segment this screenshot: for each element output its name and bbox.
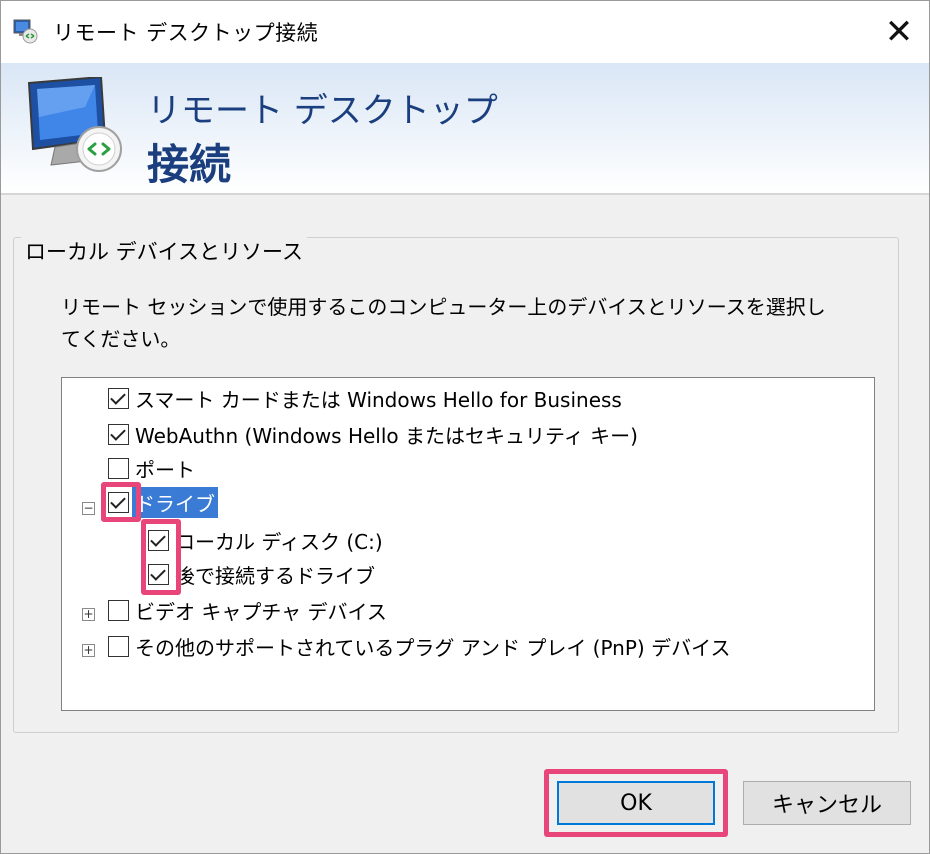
banner-title-line2: 接続 (147, 140, 232, 189)
tree-item-label: WebAuthn (Windows Hello またはセキュリティ キー) (135, 423, 638, 448)
tree-item-later-drives[interactable]: 後で接続するドライブ (148, 558, 375, 590)
group-legend: ローカル デバイスとリソース (21, 236, 307, 266)
checkbox-ports[interactable] (108, 457, 129, 479)
checkbox-video-capture[interactable] (108, 599, 129, 621)
tree-item-label: ドライブ (132, 486, 218, 518)
checkbox-drives[interactable] (108, 491, 129, 513)
collapse-drives-button[interactable]: − (82, 502, 95, 515)
title-bar: リモート デスクトップ接続 ✕ (1, 1, 929, 63)
cancel-button[interactable]: キャンセル (743, 781, 911, 825)
remote-desktop-monitor-icon (27, 77, 122, 172)
tree-item-video-capture[interactable]: ビデオ キャプチャ デバイス (108, 594, 387, 626)
tree-item-pnp-devices[interactable]: その他のサポートされているプラグ アンド プレイ (PnP) デバイス (108, 630, 730, 662)
close-button[interactable]: ✕ (869, 1, 929, 63)
tree-item-label: 後で接続するドライブ (175, 563, 375, 588)
remote-desktop-icon (13, 19, 38, 44)
checkbox-pnp-devices[interactable] (108, 635, 129, 657)
device-tree[interactable]: スマート カードまたは Windows Hello for Business W… (61, 377, 875, 711)
expand-video-capture-button[interactable]: + (82, 608, 95, 621)
banner-title-line1: リモート デスクトップ (147, 91, 498, 131)
checkbox-webauthn[interactable] (108, 423, 129, 445)
checkbox-smart-card[interactable] (108, 387, 129, 409)
ok-button[interactable]: OK (557, 781, 715, 825)
checkbox-local-disk-c[interactable] (148, 529, 169, 551)
tree-item-local-disk-c[interactable]: ローカル ディスク (C:) (148, 524, 383, 556)
tree-item-label: ローカル ディスク (C:) (175, 529, 383, 554)
close-icon: ✕ (884, 12, 914, 52)
remote-desktop-dialog: リモート デスクトップ接続 ✕ リモート デスクトップ 接続 ローカル デバイス… (0, 0, 930, 854)
group-description: リモート セッションで使用するこのコンピューター上のデバイスとリソースを選択して… (61, 295, 826, 351)
checkbox-later-drives[interactable] (148, 563, 169, 585)
expand-pnp-devices-button[interactable]: + (82, 644, 95, 657)
tree-item-drives[interactable]: ドライブ (108, 486, 218, 518)
tree-item-label: ビデオ キャプチャ デバイス (135, 599, 387, 624)
tree-item-label: スマート カードまたは Windows Hello for Business (135, 387, 622, 412)
tree-item-webauthn[interactable]: WebAuthn (Windows Hello またはセキュリティ キー) (108, 418, 638, 450)
tree-item-label: ポート (135, 457, 195, 482)
tree-item-ports[interactable]: ポート (108, 452, 195, 484)
tree-item-smart-card[interactable]: スマート カードまたは Windows Hello for Business (108, 382, 622, 414)
window-title: リモート デスクトップ接続 (53, 21, 319, 45)
header-banner: リモート デスクトップ 接続 (1, 63, 929, 195)
tree-item-label: その他のサポートされているプラグ アンド プレイ (PnP) デバイス (135, 635, 731, 660)
